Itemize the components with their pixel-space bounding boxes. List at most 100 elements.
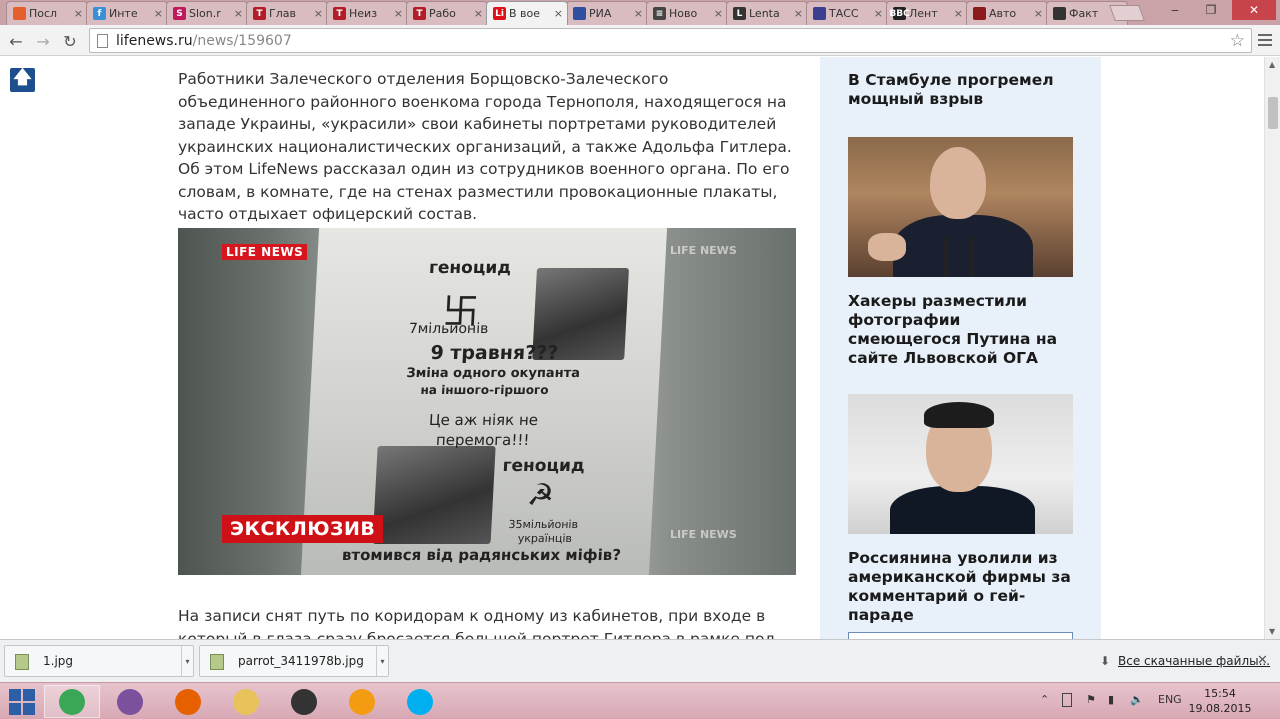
scroll-to-top-button[interactable]: 🡅: [10, 67, 35, 92]
tab-favicon-icon: BBC: [889, 7, 910, 20]
tab-label: Факт: [1069, 7, 1099, 20]
tab-1[interactable]: Посл ×: [6, 1, 88, 25]
tab-close-icon[interactable]: ×: [874, 7, 883, 20]
tab-4[interactable]: T Глав ×: [246, 1, 328, 25]
tab-9[interactable]: ≡ Ново ×: [646, 1, 728, 25]
tab-close-icon[interactable]: ×: [1034, 7, 1043, 20]
tray-device-icon[interactable]: [1062, 693, 1072, 707]
tab-close-icon[interactable]: ×: [314, 7, 323, 20]
chrome-menu-icon[interactable]: [1258, 31, 1272, 49]
tab-label: ТАСС: [829, 7, 859, 20]
sidebar-widget: [848, 632, 1073, 639]
download-item[interactable]: parrot_3411978b.jpg ▾: [199, 645, 389, 677]
download-arrow-icon: ⬇: [1100, 654, 1111, 668]
minimize-button[interactable]: ‒: [1160, 0, 1190, 20]
poster-line: геноцид: [428, 258, 512, 278]
download-filename: parrot_3411978b.jpg: [238, 654, 364, 668]
tab-favicon-icon: T: [253, 7, 266, 20]
taskbar-chrome-button[interactable]: [44, 685, 100, 718]
poster-line: українців: [517, 532, 573, 545]
tab-close-icon[interactable]: ×: [154, 7, 163, 20]
article-paragraph-2: На записи снят путь по коридорам к одном…: [178, 607, 776, 639]
taskbar-explorer-button[interactable]: [218, 685, 274, 718]
poster-line: перемога!!!: [435, 431, 530, 449]
download-item[interactable]: 1.jpg ▾: [4, 645, 194, 677]
tab-label: Рабо: [429, 7, 456, 20]
portrait-stalin: [372, 446, 496, 544]
tab-close-icon[interactable]: ×: [394, 7, 403, 20]
poster-line: втомився від радянських міфів?: [341, 546, 622, 564]
close-download-bar-icon[interactable]: ✕: [1257, 653, 1268, 668]
tab-13[interactable]: Авто ×: [966, 1, 1048, 25]
vertical-scrollbar[interactable]: ▲ ▼: [1264, 57, 1280, 639]
camera-icon: [291, 688, 317, 715]
tab-favicon-icon: T: [333, 7, 346, 20]
bookmark-star-icon[interactable]: ☆: [1230, 31, 1245, 51]
tab-favicon-icon: f: [93, 7, 106, 20]
download-filename: 1.jpg: [43, 654, 74, 668]
tab-3[interactable]: S Slon.r ×: [166, 1, 248, 25]
tab-close-icon[interactable]: ×: [554, 7, 563, 20]
sidebar-headline-3[interactable]: Россиянина уволили из американской фирмы…: [848, 549, 1078, 625]
news-sidebar: В Стамбуле прогремел мощный взрыв Хакеры…: [820, 57, 1101, 639]
new-tab-button[interactable]: [1109, 5, 1145, 21]
tab-7[interactable]: Li В вое ×: [486, 1, 568, 25]
skype-icon: [407, 688, 433, 715]
maximize-button[interactable]: ❐: [1196, 0, 1226, 20]
tab-close-icon[interactable]: ×: [634, 7, 643, 20]
sidebar-headline-2[interactable]: Хакеры разместили фотографии смеющегося …: [848, 292, 1078, 368]
download-menu-chevron-icon[interactable]: ▾: [181, 646, 193, 676]
close-window-button[interactable]: ✕: [1232, 0, 1276, 20]
taskbar-camera-button[interactable]: [276, 685, 332, 718]
system-clock[interactable]: 15:54 19.08.2015: [1180, 686, 1260, 716]
scroll-up-arrow-icon[interactable]: ▲: [1269, 60, 1275, 69]
tab-11[interactable]: ТАСС ×: [806, 1, 888, 25]
poster-line: геноцид: [502, 456, 586, 476]
show-all-downloads-link[interactable]: Все скачанные файлы...: [1118, 654, 1270, 668]
tab-close-icon[interactable]: ×: [954, 7, 963, 20]
back-button[interactable]: ←: [5, 30, 27, 52]
tab-label: Инте: [109, 7, 138, 20]
tab-2[interactable]: f Инте ×: [86, 1, 168, 25]
network-icon[interactable]: ▮: [1108, 693, 1114, 706]
taskbar-viber-button[interactable]: [102, 685, 158, 718]
tab-8[interactable]: РИА ×: [566, 1, 648, 25]
taskbar-firefox-button[interactable]: [160, 685, 216, 718]
volume-icon[interactable]: 🔈: [1130, 693, 1144, 706]
address-bar[interactable]: lifenews.ru/news/159607 ☆: [89, 28, 1252, 53]
tab-6[interactable]: T Рабо ×: [406, 1, 488, 25]
tab-label: В вое: [509, 7, 541, 20]
download-bar: 1.jpg ▾ parrot_3411978b.jpg ▾ ⬇ Все скач…: [0, 639, 1280, 682]
tab-close-icon[interactable]: ×: [794, 7, 803, 20]
aimp-icon: [349, 688, 375, 715]
tab-close-icon[interactable]: ×: [714, 7, 723, 20]
sidebar-headline-1[interactable]: В Стамбуле прогремел мощный взрыв: [848, 71, 1078, 109]
reload-button[interactable]: ↻: [59, 30, 81, 52]
sidebar-photo-2[interactable]: [848, 394, 1073, 534]
sidebar-photo-1[interactable]: [848, 137, 1073, 277]
viber-icon: [117, 688, 143, 715]
scroll-down-arrow-icon[interactable]: ▼: [1269, 627, 1275, 636]
lifenews-logo: LIFE NEWS: [222, 244, 308, 260]
start-button[interactable]: [8, 688, 36, 716]
tab-10[interactable]: L Lenta ×: [726, 1, 808, 25]
tab-5[interactable]: T Неиз ×: [326, 1, 408, 25]
download-menu-chevron-icon[interactable]: ▾: [376, 646, 388, 676]
tab-close-icon[interactable]: ×: [474, 7, 483, 20]
scroll-thumb[interactable]: [1268, 97, 1278, 129]
tab-close-icon[interactable]: ×: [74, 7, 83, 20]
forward-button[interactable]: →: [32, 30, 54, 52]
tab-label: Неиз: [349, 7, 378, 20]
language-indicator[interactable]: ENG: [1158, 693, 1182, 706]
tab-label: Авто: [989, 7, 1017, 20]
flag-icon[interactable]: ⚑: [1086, 693, 1096, 706]
tab-favicon-icon: ≡: [653, 7, 666, 20]
tray-overflow-icon[interactable]: ⌃: [1040, 693, 1049, 706]
tab-favicon-icon: T: [413, 7, 426, 20]
tab-12[interactable]: BBC Лент ×: [886, 1, 968, 25]
tab-favicon-icon: [1053, 7, 1066, 20]
taskbar-skype-button[interactable]: [392, 685, 448, 718]
url-host: lifenews.ru: [116, 32, 193, 49]
taskbar-aimp-button[interactable]: [334, 685, 390, 718]
tab-close-icon[interactable]: ×: [234, 7, 243, 20]
